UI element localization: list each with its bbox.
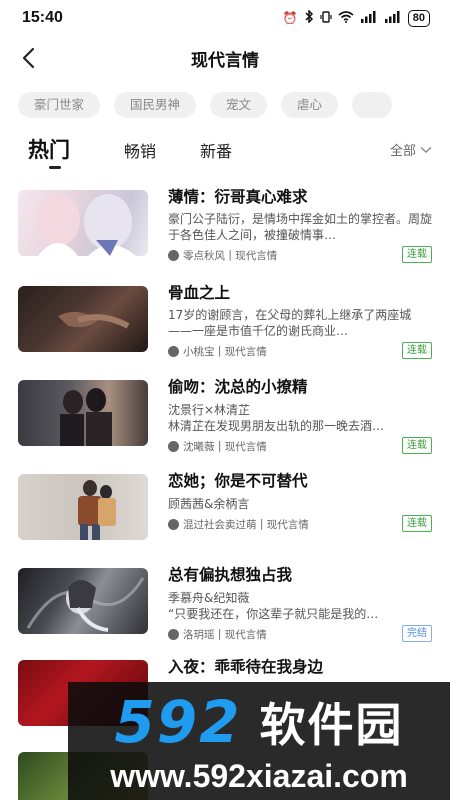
- tab-bar: 热门 畅销 新番 全部: [0, 128, 450, 172]
- meta-separator: |: [214, 345, 225, 357]
- bluetooth-icon: [304, 9, 314, 26]
- book-item[interactable]: 恋她；你是不可替代 顾茜茜&余柄言 混过社会卖过萌 | 现代言情 连载: [0, 466, 450, 546]
- tab-indicator: [49, 166, 61, 169]
- signal-icon: [360, 10, 378, 26]
- book-author: 小桃宝: [183, 345, 215, 358]
- book-cover: [18, 380, 148, 446]
- tab-bestselling[interactable]: 畅销: [124, 138, 156, 162]
- wifi-icon: [338, 10, 354, 26]
- status-badge: 完结: [402, 625, 432, 642]
- status-bar: 15:40 ⏰ 80: [0, 0, 450, 36]
- book-description-line1: 季慕舟&纪知薇: [168, 591, 250, 605]
- watermark-banner: 592 软件园 www.592xiazai.com: [68, 682, 450, 800]
- book-description: 17岁的谢顾言，在父母的葬礼上继承了两座城——一座是市值千亿的谢氏商业…: [168, 308, 412, 338]
- book-description: 豪门公子陆衍，是情场中挥金如土的掌控者。周旋于各色佳人之间，被撞破情事…: [168, 212, 432, 242]
- category-chip-partial[interactable]: [352, 92, 393, 118]
- page-title: 现代言情: [191, 50, 259, 71]
- book-description-line2: 林清芷在发现男朋友出轨的那一晚去酒…: [168, 419, 385, 433]
- category-chips: 豪门世家 国民男神 宠文 虐心: [0, 92, 450, 120]
- status-badge: 连载: [402, 515, 432, 532]
- meta-separator: |: [214, 440, 225, 452]
- status-badge: 连载: [402, 342, 432, 359]
- book-genre: 现代言情: [224, 440, 267, 453]
- book-title: 偷吻：沈总的小撩精: [168, 378, 308, 396]
- category-chip[interactable]: 虐心: [281, 92, 339, 118]
- signal-icon-2: [384, 10, 402, 26]
- chevron-down-icon: [420, 146, 432, 153]
- watermark-number: 592: [114, 688, 242, 756]
- meta-separator: |: [256, 518, 267, 530]
- book-author: 零点秋风: [183, 249, 225, 262]
- book-cover: [18, 474, 148, 540]
- status-badge: 连载: [402, 437, 432, 454]
- book-meta: 洛玥瑶 | 现代言情 完结: [168, 625, 432, 642]
- book-title: 恋她；你是不可替代: [168, 472, 308, 490]
- chevron-left-icon: [22, 47, 35, 69]
- book-cover: [18, 190, 148, 256]
- book-meta: 小桃宝 | 现代言情 连载: [168, 342, 432, 359]
- tab-new[interactable]: 新番: [200, 138, 232, 162]
- author-avatar: [168, 345, 179, 357]
- book-author: 沈曦薇: [183, 440, 215, 453]
- book-title: 总有偏执想独占我: [168, 566, 293, 584]
- category-chip[interactable]: 豪门世家: [18, 92, 101, 118]
- status-time: 15:40: [22, 9, 63, 26]
- battery-indicator: 80: [407, 9, 430, 27]
- author-avatar: [168, 249, 179, 261]
- author-avatar: [168, 440, 179, 452]
- status-badge: 连载: [402, 246, 432, 263]
- book-genre: 现代言情: [224, 628, 267, 641]
- book-title: 骨血之上: [168, 284, 231, 302]
- book-cover: [18, 568, 148, 634]
- book-genre: 现代言情: [266, 518, 309, 531]
- watermark-name: 软件园: [259, 698, 404, 752]
- status-icons: ⏰ 80: [282, 9, 430, 27]
- book-meta: 沈曦薇 | 现代言情 连载: [168, 437, 432, 454]
- book-cover: [18, 286, 148, 352]
- book-item[interactable]: 偷吻：沈总的小撩精 沈景行×林清芷 林清芷在发现男朋友出轨的那一晚去酒… 沈曦薇…: [0, 372, 450, 454]
- filter-dropdown[interactable]: 全部: [390, 140, 432, 159]
- meta-separator: |: [214, 628, 225, 640]
- header: 现代言情: [0, 38, 450, 78]
- book-author: 混过社会卖过萌: [183, 518, 257, 531]
- watermark-url: www.592xiazai.com: [110, 758, 408, 794]
- back-button[interactable]: [14, 44, 42, 72]
- book-author: 洛玥瑶: [183, 628, 215, 641]
- book-description-line2: “只要我还在，你这辈子就只能是我的…: [168, 607, 379, 621]
- book-item[interactable]: 骨血之上 17岁的谢顾言，在父母的葬礼上继承了两座城——一座是市值千亿的谢氏商业…: [0, 278, 450, 359]
- book-description-line1: 顾茜茜&余柄言: [168, 497, 250, 511]
- book-genre: 现代言情: [235, 249, 278, 262]
- category-chip[interactable]: 国民男神: [114, 92, 197, 118]
- book-description-line1: 沈景行×林清芷: [168, 403, 251, 417]
- alarm-icon: ⏰: [282, 11, 298, 25]
- author-avatar: [168, 628, 179, 640]
- filter-label: 全部: [389, 144, 416, 159]
- book-title: 入夜：乖乖待在我身边: [168, 658, 324, 676]
- vibrate-icon: [320, 10, 332, 26]
- category-chip[interactable]: 宠文: [210, 92, 268, 118]
- tab-hot[interactable]: 热门: [28, 134, 70, 164]
- book-genre: 现代言情: [224, 345, 267, 358]
- book-title: 薄情：衍哥真心难求: [168, 188, 308, 206]
- meta-separator: |: [225, 249, 236, 261]
- book-meta: 零点秋风 | 现代言情 连载: [168, 246, 432, 263]
- book-meta: 混过社会卖过萌 | 现代言情 连载: [168, 515, 432, 532]
- book-item[interactable]: 薄情：衍哥真心难求 豪门公子陆衍，是情场中挥金如土的掌控者。周旋于各色佳人之间，…: [0, 182, 450, 263]
- author-avatar: [168, 518, 179, 530]
- book-item[interactable]: 总有偏执想独占我 季慕舟&纪知薇 “只要我还在，你这辈子就只能是我的… 洛玥瑶 …: [0, 560, 450, 642]
